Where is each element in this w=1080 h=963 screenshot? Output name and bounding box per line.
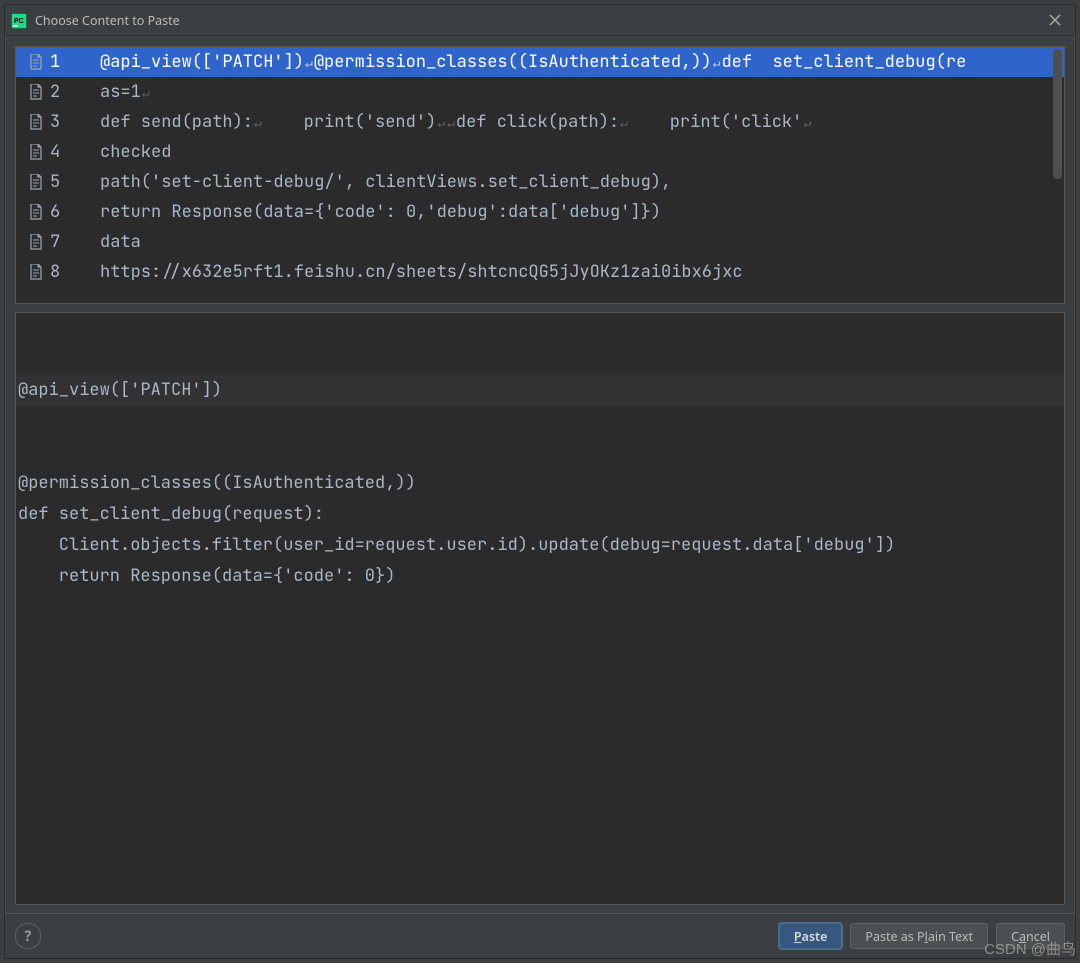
clipboard-item-number: 8: [50, 257, 68, 287]
help-button[interactable]: ?: [15, 923, 41, 949]
pycharm-app-icon: PC: [11, 12, 27, 28]
newline-glyph-icon: ↵: [802, 114, 812, 131]
svg-text:PC: PC: [14, 18, 24, 25]
clipboard-item-preview: https://x632e5rft1.feishu.cn/sheets/shtc…: [68, 257, 1064, 287]
close-button[interactable]: [1041, 8, 1069, 32]
window-title: Choose Content to Paste: [35, 12, 180, 29]
clipboard-item-number: 4: [50, 137, 68, 167]
clipboard-item-number: 7: [50, 227, 68, 257]
text-file-icon: [28, 84, 44, 100]
clipboard-item-number: 3: [50, 107, 68, 137]
clipboard-item-number: 2: [50, 77, 68, 107]
titlebar: PC Choose Content to Paste: [5, 5, 1075, 36]
text-file-icon: [28, 234, 44, 250]
text-file-icon: [28, 174, 44, 190]
newline-glyph-icon: ↵: [712, 54, 722, 71]
newline-glyph-icon: ↵: [446, 114, 456, 131]
clipboard-item-preview: @api_view(['PATCH'])↵@permission_classes…: [68, 47, 1064, 77]
clipboard-item-preview: as=1↵: [68, 77, 1064, 107]
clipboard-item[interactable]: 4checked: [16, 137, 1064, 167]
clipboard-item-number: 6: [50, 197, 68, 227]
preview-text: @permission_classes((IsAuthenticated,)) …: [16, 468, 1064, 592]
clipboard-item[interactable]: 3def send(path):↵ print('send')↵↵def cli…: [16, 107, 1064, 137]
dialog-button-bar: ? Paste Paste as Plain Text Cancel: [5, 913, 1075, 958]
text-file-icon: [28, 204, 44, 220]
clipboard-item-preview: return Response(data={'code': 0,'debug':…: [68, 197, 1064, 227]
clipboard-item[interactable]: 6return Response(data={'code': 0,'debug'…: [16, 197, 1064, 227]
clipboard-item-preview: path('set-client-debug/', clientViews.se…: [68, 167, 1064, 197]
clipboard-preview-pane: @api_view(['PATCH']) @permission_classes…: [15, 312, 1065, 905]
text-file-icon: [28, 114, 44, 130]
text-file-icon: [28, 144, 44, 160]
clipboard-history-list[interactable]: 1@api_view(['PATCH'])↵@permission_classe…: [15, 46, 1065, 304]
clipboard-item[interactable]: 2as=1↵: [16, 77, 1064, 107]
paste-button[interactable]: Paste: [779, 923, 843, 949]
clipboard-item-preview: def send(path):↵ print('send')↵↵def clic…: [68, 107, 1064, 137]
clipboard-item[interactable]: 8https://x632e5rft1.feishu.cn/sheets/sht…: [16, 257, 1064, 287]
clipboard-item[interactable]: 1@api_view(['PATCH'])↵@permission_classe…: [16, 47, 1064, 77]
newline-glyph-icon: ↵: [253, 114, 263, 131]
text-file-icon: [28, 54, 44, 70]
newline-glyph-icon: ↵: [304, 54, 314, 71]
clipboard-item[interactable]: 5path('set-client-debug/', clientViews.s…: [16, 167, 1064, 197]
clipboard-item-number: 1: [50, 47, 68, 77]
list-scrollbar[interactable]: [1053, 49, 1062, 179]
newline-glyph-icon: ↵: [619, 114, 629, 131]
dialog-content: 1@api_view(['PATCH'])↵@permission_classe…: [5, 36, 1075, 913]
paste-plain-text-button[interactable]: Paste as Plain Text: [850, 923, 988, 949]
clipboard-item[interactable]: 7data: [16, 227, 1064, 257]
text-file-icon: [28, 264, 44, 280]
clipboard-item-preview: data: [68, 227, 1064, 257]
cancel-button[interactable]: Cancel: [996, 923, 1065, 949]
clipboard-item-number: 5: [50, 167, 68, 197]
newline-glyph-icon: ↵: [436, 114, 446, 131]
preview-current-line: @api_view(['PATCH']): [16, 375, 1064, 406]
paste-history-dialog: PC Choose Content to Paste 1@api_view(['…: [4, 4, 1076, 959]
newline-glyph-icon: ↵: [141, 84, 151, 101]
clipboard-item-preview: checked: [68, 137, 1064, 167]
close-icon: [1049, 14, 1061, 26]
